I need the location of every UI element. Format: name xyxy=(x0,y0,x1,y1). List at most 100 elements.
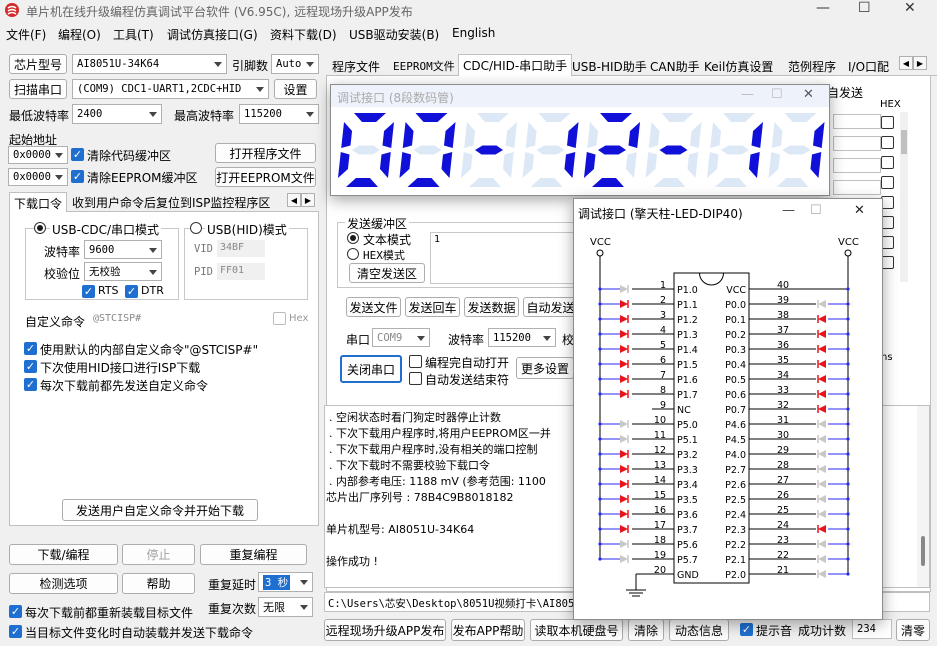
multi-send-row[interactable] xyxy=(833,180,881,195)
repeat-count-select[interactable]: 无限 xyxy=(258,597,313,617)
log-scrollbar[interactable] xyxy=(917,406,929,587)
chip-model-button[interactable]: 芯片型号 xyxy=(9,54,67,74)
multi-send-scrollbar[interactable] xyxy=(900,112,908,282)
multi-send-row[interactable] xyxy=(833,158,881,173)
help-button[interactable]: 帮助 xyxy=(122,573,195,594)
seg-window-titlebar[interactable]: 调试接口 (8段数码管) — ☐ ✕ xyxy=(331,85,829,107)
dtr-checkbox[interactable] xyxy=(125,285,138,298)
start-address-input-2[interactable]: 0x0000 xyxy=(8,168,68,186)
max-baud-select[interactable]: 115200 xyxy=(239,104,319,124)
multi-send-hex-checkbox[interactable] xyxy=(881,116,894,129)
send-data-button[interactable]: 发送数据 xyxy=(464,297,519,317)
min-baud-select[interactable]: 2400 xyxy=(72,104,162,124)
tab-download-password[interactable]: 下载口令 xyxy=(9,192,68,213)
auto-open-checkbox[interactable] xyxy=(409,355,422,368)
tab-io-config[interactable]: I/O口配 xyxy=(844,56,900,76)
tab-examples[interactable]: 范例程序 xyxy=(784,56,840,76)
hex-checkbox[interactable] xyxy=(273,312,286,325)
reload-before-download-checkbox[interactable] xyxy=(9,605,22,618)
menu-file[interactable]: 文件(F) xyxy=(6,26,46,43)
seg-window-close-button[interactable]: ✕ xyxy=(803,87,814,102)
seg-window-minimize-button[interactable]: — xyxy=(741,87,754,102)
clear-code-checkbox[interactable] xyxy=(71,148,84,161)
open-program-button[interactable]: 打开程序文件 xyxy=(215,143,316,163)
chip-model-select[interactable]: AI8051U-34K64 xyxy=(72,54,227,74)
settings-button[interactable]: 设置 xyxy=(274,79,317,99)
multi-send-hex-checkbox[interactable] xyxy=(881,156,894,169)
baud-select[interactable]: 9600 xyxy=(84,240,162,259)
seg-window-maximize-button[interactable]: ☐ xyxy=(771,87,783,102)
led-window-minimize-button[interactable]: — xyxy=(782,203,795,218)
scan-port-button[interactable]: 扫描串口 xyxy=(9,79,67,99)
tab-scroll-left-icon[interactable]: ◀ xyxy=(287,193,301,207)
auto-reload-checkbox[interactable] xyxy=(9,625,22,638)
auto-end-checkbox[interactable] xyxy=(409,372,422,385)
menu-program[interactable]: 编程(O) xyxy=(58,26,101,43)
use-hid-next-checkbox[interactable] xyxy=(24,360,37,373)
clear-send-button[interactable]: 清空发送区 xyxy=(349,263,425,283)
rts-checkbox[interactable] xyxy=(82,285,95,298)
cdc-mode-radio[interactable] xyxy=(34,222,46,234)
detect-options-button[interactable]: 检测选项 xyxy=(9,573,118,594)
dynamic-info-button[interactable]: 动态信息 xyxy=(669,619,729,641)
led-window-maximize-button[interactable]: ☐ xyxy=(810,203,822,218)
menu-tools[interactable]: 工具(T) xyxy=(113,26,154,43)
tab-reset-isp[interactable]: 收到用户命令后复位到ISP监控程序区 xyxy=(72,194,270,211)
pin-name: GND xyxy=(677,570,699,581)
stop-button[interactable]: 停止 xyxy=(122,544,195,565)
menu-english[interactable]: English xyxy=(452,26,495,40)
serial-baud-select[interactable]: 115200 xyxy=(488,328,556,347)
close-button[interactable]: ✕ xyxy=(904,0,916,16)
multi-send-hex-checkbox[interactable] xyxy=(881,176,894,189)
minimize-button[interactable]: — xyxy=(816,0,830,16)
download-program-button[interactable]: 下载/编程 xyxy=(9,544,118,565)
pin-name: P0.7 xyxy=(725,405,746,416)
repeat-delay-select[interactable]: 3 秒 xyxy=(258,572,313,592)
send-enter-button[interactable]: 发送回车 xyxy=(405,297,460,317)
start-address-input-1[interactable]: 0x0000 xyxy=(8,146,68,164)
custom-command-input[interactable]: @STCISP# xyxy=(90,310,270,328)
read-disk-button[interactable]: 读取本机硬盘号 xyxy=(530,619,623,641)
led-window-titlebar[interactable]: 调试接口 (擎天柱-LED-DIP40) — ☐ ✕ xyxy=(574,199,882,225)
tab-cdc-hid-serial[interactable]: CDC/HID-串口助手 xyxy=(458,54,573,76)
multi-send-hex-checkbox[interactable] xyxy=(881,136,894,149)
send-buffer-input[interactable]: 1 xyxy=(430,232,580,284)
clear-count-button[interactable]: 清零 xyxy=(896,619,930,641)
hid-mode-radio[interactable] xyxy=(190,222,202,234)
pin-count-select[interactable]: Auto xyxy=(271,54,319,74)
menu-download[interactable]: 资料下载(D) xyxy=(270,26,337,43)
more-settings-button[interactable]: 更多设置 xyxy=(516,357,574,379)
tab-program-file[interactable]: 程序文件 xyxy=(328,56,384,76)
text-mode-radio[interactable] xyxy=(347,232,359,244)
remote-publish-button[interactable]: 远程现场升级APP发布 xyxy=(324,619,446,641)
multi-send-row[interactable] xyxy=(833,136,881,151)
use-default-command-checkbox[interactable] xyxy=(24,342,37,355)
menu-usb-driver[interactable]: USB驱动安装(B) xyxy=(349,26,439,43)
tab-eeprom-file[interactable]: EEPROM文件 xyxy=(389,56,459,76)
tab-keil[interactable]: Keil仿真设置 xyxy=(700,56,777,76)
multi-send-row[interactable] xyxy=(833,114,881,129)
send-custom-before-checkbox[interactable] xyxy=(24,378,37,391)
auto-send-button[interactable]: 自动发送 xyxy=(523,297,578,317)
parity-select[interactable]: 无校验 xyxy=(84,262,162,281)
send-custom-and-download-button[interactable]: 发送用户自定义命令并开始下载 xyxy=(62,499,258,521)
main-tab-scroll-right-icon[interactable]: ▶ xyxy=(913,56,927,70)
tab-usb-hid[interactable]: USB-HID助手 xyxy=(568,56,651,76)
hex-mode-radio[interactable] xyxy=(347,248,359,260)
send-file-button[interactable]: 发送文件 xyxy=(346,297,401,317)
clear-eeprom-checkbox[interactable] xyxy=(71,170,84,183)
tab-can[interactable]: CAN助手 xyxy=(646,56,704,76)
prompt-sound-checkbox[interactable] xyxy=(740,623,753,636)
main-tab-scroll-left-icon[interactable]: ◀ xyxy=(899,56,913,70)
open-eeprom-button[interactable]: 打开EEPROM文件 xyxy=(215,167,316,187)
tab-scroll-right-icon[interactable]: ▶ xyxy=(301,193,315,207)
port-select[interactable]: (COM9) CDC1-UART1,2CDC+HID xyxy=(72,79,269,99)
clear-log-button[interactable]: 清除 xyxy=(628,619,664,641)
led-window-close-button[interactable]: ✕ xyxy=(854,203,865,218)
menu-debug[interactable]: 调试仿真接口(G) xyxy=(167,26,258,43)
maximize-button[interactable]: ☐ xyxy=(858,0,871,16)
serial-port-select[interactable]: COM9 xyxy=(372,328,430,347)
publish-help-button[interactable]: 发布APP帮助 xyxy=(451,619,525,641)
close-port-button[interactable]: 关闭串口 xyxy=(340,355,402,383)
repeat-program-button[interactable]: 重复编程 xyxy=(200,544,307,565)
